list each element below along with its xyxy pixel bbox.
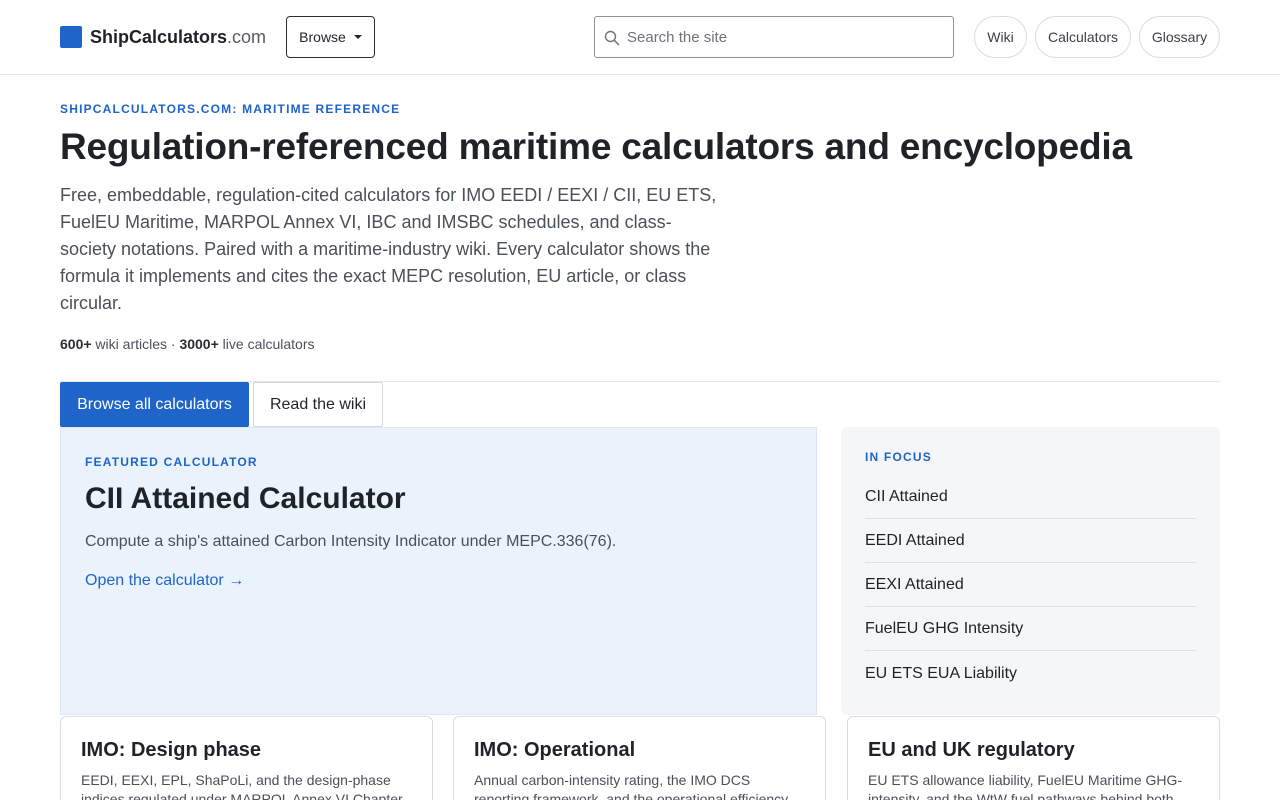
- logo-tld: .com: [227, 26, 267, 47]
- featured-title: CII Attained Calculator: [85, 482, 406, 515]
- open-calculator-link[interactable]: Open the calculator →: [85, 572, 244, 590]
- category-card-title: IMO: Design phase: [81, 739, 262, 761]
- hero-eyebrow: SHIPCALCULATORS.COM: MARITIME REFERENCE: [60, 102, 401, 116]
- focus-item-eexi-attained[interactable]: EEXI Attained: [865, 563, 1196, 607]
- in-focus-panel: IN FOCUS CII Attained EEDI Attained EEXI…: [841, 427, 1220, 715]
- category-card-description: EEDI, EEXI, EPL, ShaPoLi, and the design…: [81, 772, 403, 800]
- browse-label: Browse: [299, 29, 346, 45]
- focus-eyebrow: IN FOCUS: [865, 450, 932, 464]
- category-card-eu-uk-regulatory[interactable]: EU and UK regulatory EU ETS allowance li…: [847, 716, 1220, 800]
- focus-item-cii-attained[interactable]: CII Attained: [865, 475, 1196, 519]
- category-card-description: Annual carbon-intensity rating, the IMO …: [474, 772, 789, 800]
- search-icon: [604, 30, 620, 46]
- logo-name: ShipCalculators: [90, 26, 228, 47]
- nav-glossary[interactable]: Glossary: [1139, 16, 1220, 58]
- hero-description: Free, embeddable, regulation-cited calcu…: [60, 185, 717, 313]
- site-stats: 600+ wiki articles · 3000+ live calculat…: [60, 336, 314, 352]
- category-card-imo-design[interactable]: IMO: Design phase EEDI, EEXI, EPL, ShaPo…: [60, 716, 433, 800]
- stat-wiki-label: wiki articles ·: [91, 336, 180, 352]
- featured-calculator-panel: FEATURED CALCULATOR CII Attained Calcula…: [60, 427, 817, 715]
- stat-calc-label: live calculators: [218, 336, 315, 352]
- category-card-title: IMO: Operational: [474, 739, 636, 761]
- search-input[interactable]: [627, 17, 947, 57]
- focus-item-fueleu-ghg-intensity[interactable]: FuelEU GHG Intensity: [865, 607, 1196, 651]
- category-card-title: EU and UK regulatory: [868, 739, 1075, 761]
- featured-eyebrow: FEATURED CALCULATOR: [85, 455, 258, 469]
- nav-calculators[interactable]: Calculators: [1035, 16, 1131, 58]
- caret-down-icon: [353, 35, 362, 39]
- stat-wiki-count: 600+: [60, 336, 92, 352]
- browse-dropdown-button[interactable]: Browse: [286, 16, 375, 58]
- site-logo[interactable]: ShipCalculators .com: [60, 26, 266, 48]
- category-card-description: EU ETS allowance liability, FuelEU Marit…: [868, 772, 1183, 800]
- page-title: Regulation-referenced maritime calculato…: [60, 126, 1132, 167]
- logo-mark-icon: [60, 26, 82, 48]
- focus-item-eedi-attained[interactable]: EEDI Attained: [865, 519, 1196, 563]
- search-box[interactable]: [594, 16, 954, 58]
- focus-item-eu-ets-eua-liability[interactable]: EU ETS EUA Liability: [865, 651, 1196, 696]
- read-wiki-button[interactable]: Read the wiki: [253, 382, 383, 427]
- focus-list: CII Attained EEDI Attained EEXI Attained…: [865, 475, 1196, 696]
- category-card-imo-operational[interactable]: IMO: Operational Annual carbon-intensity…: [453, 716, 826, 800]
- nav-wiki[interactable]: Wiki: [974, 16, 1027, 58]
- stat-calc-count: 3000+: [179, 336, 219, 352]
- browse-all-calculators-button[interactable]: Browse all calculators: [60, 382, 249, 427]
- site-header: ShipCalculators .com Browse Wiki Calcula…: [0, 0, 1280, 75]
- featured-description: Compute a ship's attained Carbon Intensi…: [85, 533, 617, 550]
